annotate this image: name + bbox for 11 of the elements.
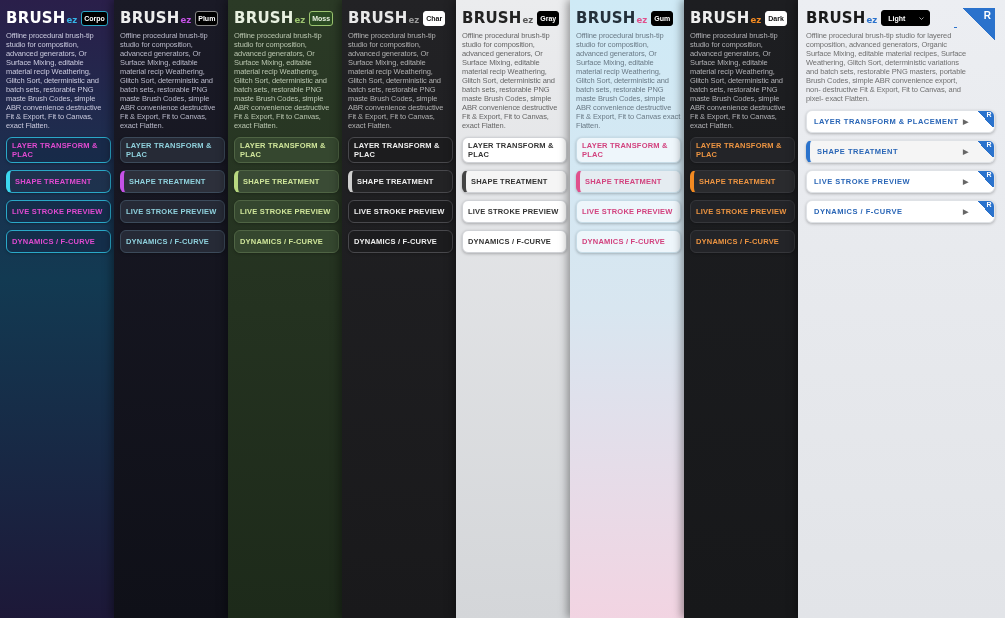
logo: BRUSH ez (120, 9, 192, 27)
logo: BRUSH ez (806, 9, 878, 27)
dash-icon (954, 26, 958, 28)
logo: BRUSH ez (690, 9, 762, 27)
logo: BRUSH ez (234, 9, 306, 27)
logo: BRUSH ez (576, 9, 648, 27)
logo: BRUSH ez (348, 9, 420, 27)
caret-icon (919, 16, 925, 20)
logo: BRUSH ez (6, 9, 78, 27)
logo: BRUSH ez (462, 9, 534, 27)
corner-badge: R (963, 8, 995, 40)
